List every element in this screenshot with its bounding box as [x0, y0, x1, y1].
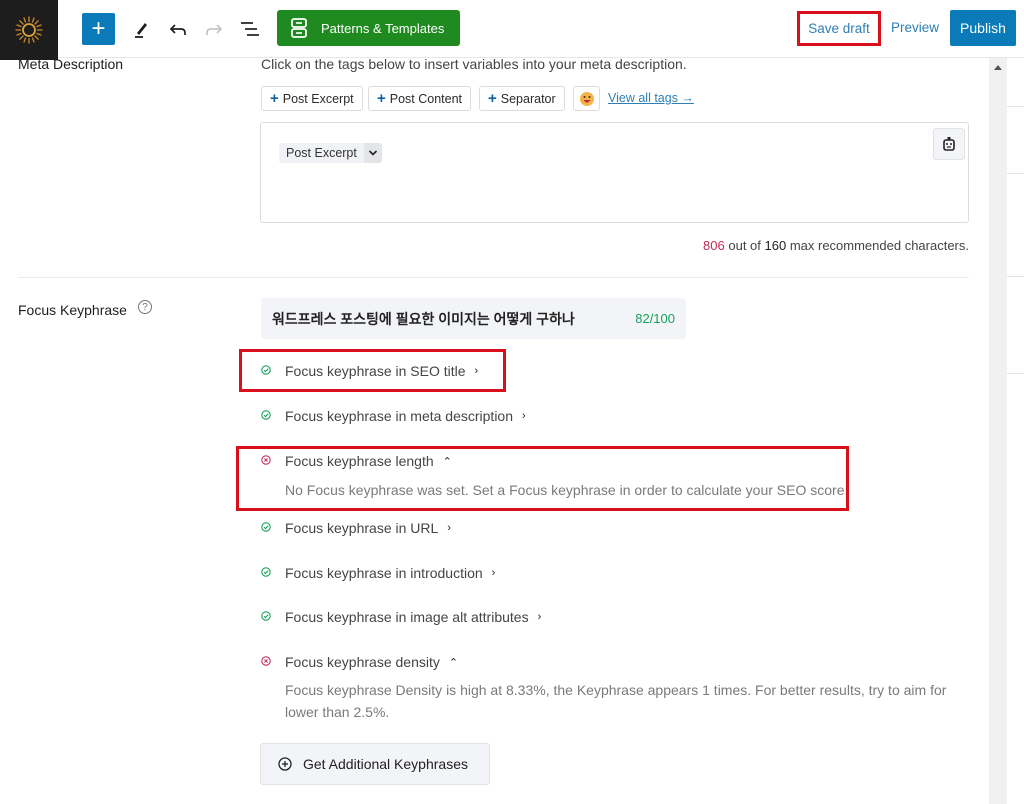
seo-score: 82/100 [635, 311, 675, 326]
list-view-button[interactable] [237, 16, 263, 42]
check-pass-icon [261, 410, 271, 420]
get-additional-keyphrases-button[interactable]: Get Additional Keyphrases [260, 743, 490, 785]
emoji-icon [579, 91, 594, 106]
check-image-alt[interactable]: Focus keyphrase in image alt attributes … [261, 609, 542, 625]
undo-button[interactable] [165, 16, 191, 42]
view-all-tags-link[interactable]: View all tags → [608, 91, 694, 105]
chip-label: Post Excerpt [286, 146, 357, 160]
check-url[interactable]: Focus keyphrase in URL › [261, 520, 451, 536]
robot-icon [943, 137, 955, 151]
site-logo[interactable] [0, 0, 58, 60]
chevron-up-icon[interactable]: ⌃ [449, 656, 458, 669]
chevron-right-icon[interactable]: › [538, 611, 542, 623]
redo-icon [206, 24, 223, 35]
check-fail-icon [261, 656, 271, 666]
section-divider [18, 277, 969, 278]
check-pass-icon [261, 522, 271, 532]
vertical-scrollbar[interactable] [989, 58, 1007, 804]
chevron-right-icon[interactable]: › [492, 567, 496, 579]
tag-separator-button[interactable]: + Separator [479, 86, 565, 111]
current-char-count: 806 [703, 238, 725, 253]
char-count-text: out of [724, 238, 765, 253]
plus-icon: + [377, 90, 386, 107]
emoji-button[interactable] [573, 86, 600, 111]
char-count-text: max recommended characters. [786, 238, 969, 253]
ai-generate-button[interactable] [933, 128, 965, 160]
plus-icon: + [91, 15, 106, 42]
tag-post-excerpt-button[interactable]: + Post Excerpt [261, 86, 363, 111]
annotation-highlight-keyphrase-length [236, 446, 849, 511]
tag-label: Separator [500, 91, 556, 106]
tools-button[interactable] [128, 16, 154, 42]
meta-description-editor[interactable]: Post Excerpt [260, 122, 969, 223]
list-view-icon [241, 22, 259, 36]
sun-logo-icon [15, 16, 43, 44]
tag-label: Post Excerpt [282, 91, 354, 106]
check-label: Focus keyphrase in meta description [285, 408, 513, 424]
editor-toolbar: + Patterns & Templates Save draft Previe… [0, 0, 1024, 60]
max-char-count: 160 [764, 238, 787, 253]
chevron-right-icon[interactable]: › [447, 522, 451, 534]
post-excerpt-chip[interactable]: Post Excerpt [279, 143, 382, 163]
annotation-highlight-seo-title [239, 349, 506, 392]
tag-label: Post Content [389, 91, 463, 106]
keyphrase-text: 워드프레스 포스팅에 필요한 이미지는 어떻게 구하나 [272, 310, 575, 327]
preview-button[interactable]: Preview [891, 20, 939, 35]
add-keyphrases-label: Get Additional Keyphrases [303, 756, 468, 772]
check-label: Focus keyphrase density [285, 654, 440, 670]
tag-post-content-button[interactable]: + Post Content [368, 86, 472, 111]
focus-keyphrase-label: Focus Keyphrase [18, 302, 127, 318]
patterns-templates-button[interactable]: Patterns & Templates [277, 10, 460, 46]
check-pass-icon [261, 567, 271, 577]
undo-icon [169, 24, 186, 35]
check-label: Focus keyphrase in URL [285, 520, 439, 536]
help-icon[interactable]: ? [138, 300, 152, 314]
check-pass-icon [261, 611, 271, 621]
plus-icon: + [488, 90, 497, 107]
character-count: 806 out of 160 max recommended character… [703, 238, 969, 253]
check-label: Focus keyphrase in image alt attributes [285, 609, 529, 625]
redo-button[interactable] [201, 16, 227, 42]
meta-description-intro: Click on the tags below to insert variab… [261, 56, 687, 72]
patterns-icon [291, 18, 307, 38]
publish-button[interactable]: Publish [950, 10, 1016, 46]
scroll-up-arrow-icon[interactable] [994, 65, 1002, 70]
focus-keyphrase-field[interactable]: 워드프레스 포스팅에 필요한 이미지는 어떻게 구하나 82/100 [261, 298, 686, 339]
check-introduction[interactable]: Focus keyphrase in introduction › [261, 565, 496, 581]
pencil-icon [135, 23, 147, 38]
chevron-down-icon[interactable] [363, 143, 382, 163]
chevron-right-icon[interactable]: › [522, 410, 526, 422]
patterns-label: Patterns & Templates [321, 20, 445, 36]
check-meta-description[interactable]: Focus keyphrase in meta description › [261, 408, 526, 424]
plus-icon: + [270, 90, 279, 107]
check-label: Focus keyphrase in introduction [285, 565, 483, 581]
check-keyphrase-density[interactable]: Focus keyphrase density ⌃ [261, 654, 458, 670]
save-draft-button[interactable]: Save draft [797, 11, 881, 46]
check-detail: Focus keyphrase Density is high at 8.33%… [285, 682, 947, 720]
plus-circle-icon [278, 757, 292, 771]
add-block-button[interactable]: + [82, 13, 115, 45]
settings-sidebar-edge [1007, 58, 1024, 804]
